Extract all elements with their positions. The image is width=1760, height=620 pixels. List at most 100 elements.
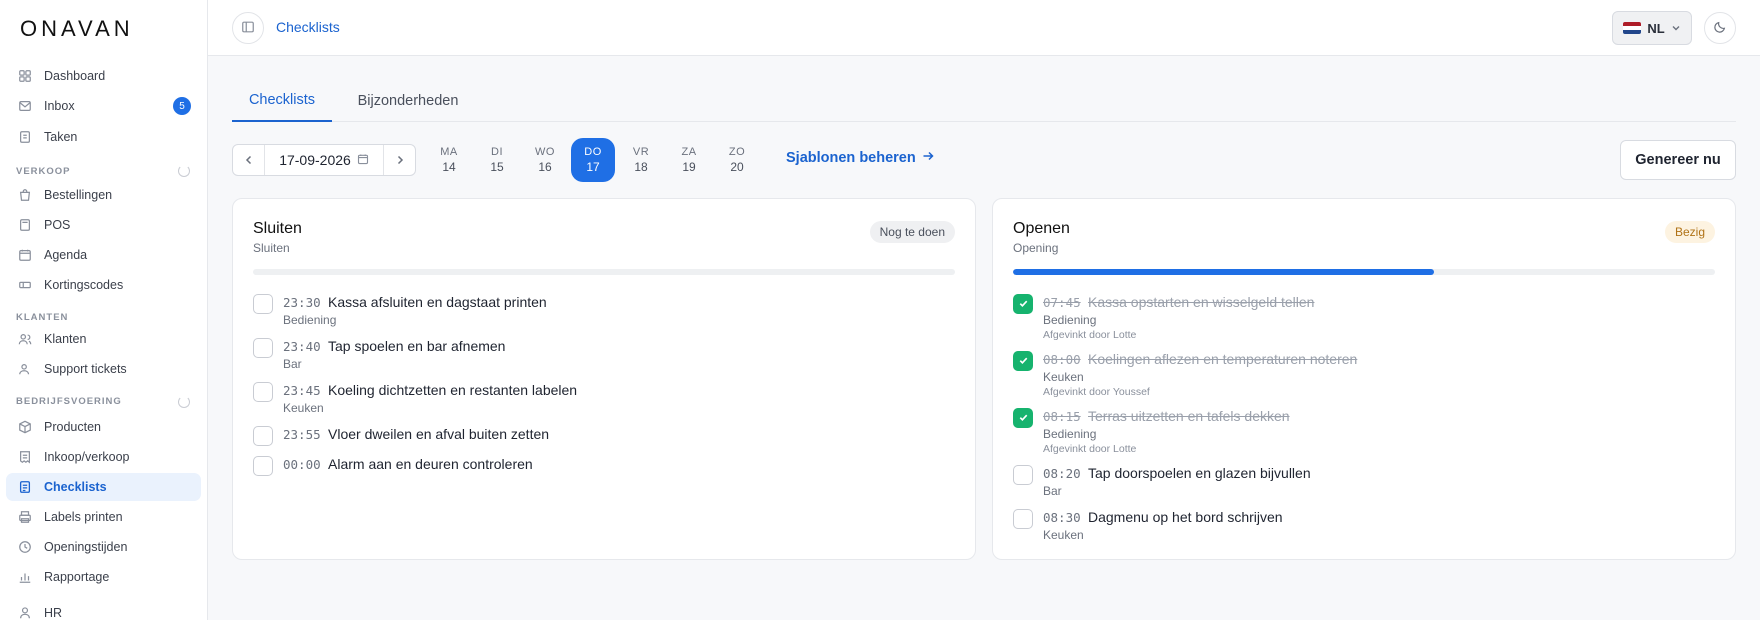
task-item: 23:45 Koeling dichtzetten en restanten l… [253, 380, 953, 420]
chevron-down-icon [1671, 21, 1681, 36]
section-label-bedrijfsvoering: BEDRIJFSVOERING [16, 396, 122, 407]
inbox-icon [16, 97, 34, 115]
task-checked-by: Afgevinkt door Lotte [1043, 329, 1137, 341]
check-icon [1018, 297, 1029, 312]
task-item: 23:30 Kassa afsluiten en dagstaat printe… [253, 292, 953, 332]
sidebar-item-label: Rapportage [44, 570, 110, 584]
previous-date-button[interactable] [233, 145, 265, 175]
sidebar-item-support-tickets[interactable]: Support tickets [6, 355, 201, 383]
task-checkbox[interactable] [1013, 408, 1033, 428]
loading-spinner-icon [178, 396, 190, 408]
sidebar-item-hr[interactable]: HR [6, 599, 201, 620]
sidebar-item-producten[interactable]: Producten [6, 413, 201, 441]
sidebar-item-pos[interactable]: POS [6, 211, 201, 239]
sidebar-item-label: Producten [44, 420, 101, 434]
sidebar-item-inkoop-verkoop[interactable]: Inkoop/verkoop [6, 443, 201, 471]
date-value: 17-09-2026 [279, 152, 351, 168]
date-input[interactable]: 17-09-2026 [265, 152, 383, 168]
sidebar-item-label: Checklists [44, 480, 107, 494]
task-checkbox[interactable] [1013, 294, 1033, 314]
task-checkbox[interactable] [1013, 465, 1033, 485]
task-checked-by: Afgevinkt door Lotte [1043, 443, 1137, 455]
day-name: WO [535, 146, 555, 158]
sidebar-item-checklists[interactable]: Checklists [6, 473, 201, 501]
day-button-vr[interactable]: VR 18 [619, 138, 663, 182]
task-category: Keuken [1043, 370, 1084, 384]
day-number: 20 [730, 160, 744, 174]
status-badge: Bezig [1664, 221, 1715, 243]
task-checkbox[interactable] [253, 338, 273, 358]
task-item: 00:00 Alarm aan en deuren controleren [253, 454, 953, 494]
task-item: 08:20 Tap doorspoelen en glazen bijvulle… [1013, 463, 1713, 503]
next-date-button[interactable] [383, 145, 415, 175]
sidebar-item-label: Bestellingen [44, 188, 113, 202]
day-number: 14 [442, 160, 456, 174]
day-button-di[interactable]: DI 15 [475, 138, 519, 182]
task-checkbox[interactable] [253, 382, 273, 402]
calendar-icon [16, 246, 34, 264]
day-button-zo[interactable]: ZO 20 [715, 138, 759, 182]
checklist-subtitle: Opening [1013, 241, 1059, 255]
sidebar: ONAVAN Dashboard Inbox 5 Taken VERKOOP B… [0, 0, 208, 620]
task-category: Bediening [1043, 427, 1097, 441]
theme-toggle-button[interactable] [1704, 12, 1736, 44]
sidebar-toggle-button[interactable] [232, 12, 264, 44]
task-checkbox[interactable] [253, 294, 273, 314]
task-category: Bediening [1043, 313, 1097, 327]
sidebar-item-agenda[interactable]: Agenda [6, 241, 201, 269]
bag-icon [16, 186, 34, 204]
progress-bar [1013, 269, 1715, 275]
sidebar-item-rapportage[interactable]: Rapportage [6, 563, 201, 591]
day-button-ma[interactable]: MA 14 [427, 138, 471, 182]
support-icon [16, 360, 34, 378]
task-item: 07:45 Kassa opstarten en wisselgeld tell… [1013, 292, 1713, 341]
day-number: 16 [538, 160, 552, 174]
sidebar-item-label: HR [44, 606, 63, 620]
sidebar-item-bestellingen[interactable]: Bestellingen [6, 181, 201, 209]
calendar-icon [357, 152, 369, 168]
manage-templates-link[interactable]: Sjablonen beheren [786, 150, 934, 166]
task-label: Tap doorspoelen en glazen bijvullen [1088, 465, 1311, 481]
generate-now-button[interactable]: Genereer nu [1620, 140, 1736, 180]
day-number: 18 [634, 160, 648, 174]
task-time: 23:55 [283, 427, 321, 442]
day-button-wo[interactable]: WO 16 [523, 138, 567, 182]
receipt-icon [16, 448, 34, 466]
inbox-count-badge: 5 [173, 97, 191, 115]
task-checkbox[interactable] [1013, 351, 1033, 371]
sidebar-item-kortingscodes[interactable]: Kortingscodes [6, 271, 201, 299]
sidebar-item-labels-printen[interactable]: Labels printen [6, 503, 201, 531]
sidebar-item-taken[interactable]: Taken [6, 123, 201, 151]
task-label: Alarm aan en deuren controleren [328, 456, 533, 472]
task-checkbox[interactable] [253, 426, 273, 446]
task-item: 08:30 Dagmenu op het bord schrijven Keuk… [1013, 507, 1713, 547]
task-time: 00:00 [283, 457, 321, 472]
sidebar-toggle-icon [241, 20, 255, 37]
checklist-card-openen: Openen Opening Bezig 07:45 Kassa opstart… [992, 198, 1736, 560]
loading-spinner-icon [178, 165, 190, 177]
task-checkbox[interactable] [253, 456, 273, 476]
tab-checklists[interactable]: Checklists [232, 80, 332, 122]
task-time: 23:40 [283, 339, 321, 354]
sidebar-item-klanten[interactable]: Klanten [6, 325, 201, 353]
sidebar-item-inbox[interactable]: Inbox 5 [6, 92, 201, 120]
flag-nl-icon [1623, 22, 1642, 34]
users-icon [16, 330, 34, 348]
task-time: 08:30 [1043, 510, 1081, 525]
day-button-za[interactable]: ZA 19 [667, 138, 711, 182]
day-name: DI [491, 146, 503, 158]
day-button-do[interactable]: DO 17 [571, 138, 615, 182]
task-checked-by: Afgevinkt door Youssef [1043, 386, 1150, 398]
sidebar-item-dashboard[interactable]: Dashboard [6, 62, 201, 90]
tab-bijzonderheden[interactable]: Bijzonderheden [348, 80, 468, 122]
day-name: DO [584, 146, 602, 158]
sidebar-item-label: Inkoop/verkoop [44, 450, 130, 464]
task-checkbox[interactable] [1013, 509, 1033, 529]
language-select[interactable]: NL [1612, 11, 1692, 45]
task-item: 23:40 Tap spoelen en bar afnemen Bar [253, 336, 953, 376]
sidebar-item-openingstijden[interactable]: Openingstijden [6, 533, 201, 561]
sidebar-item-label: Kortingscodes [44, 278, 124, 292]
task-label: Tap spoelen en bar afnemen [328, 338, 506, 354]
checklist-title: Sluiten [253, 220, 302, 237]
sidebar-item-label: Support tickets [44, 362, 127, 376]
